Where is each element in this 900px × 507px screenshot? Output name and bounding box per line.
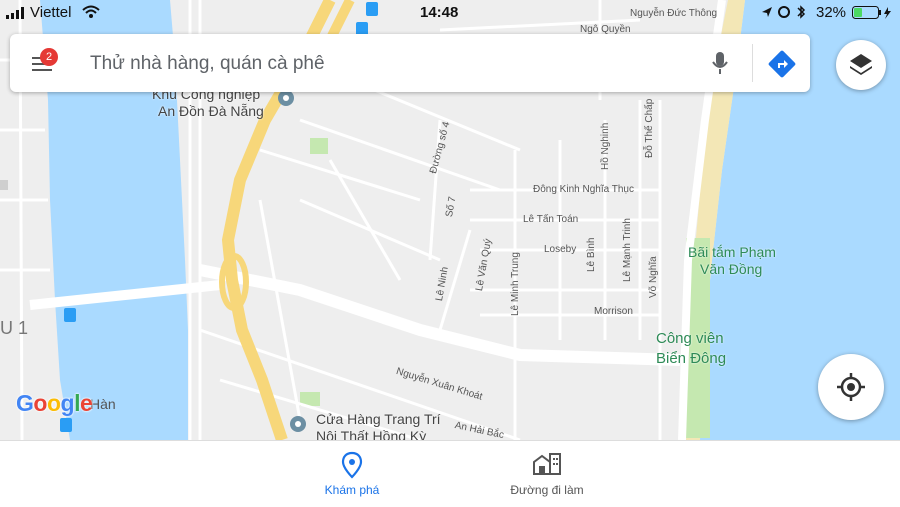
label-morrison: Morrison	[594, 306, 633, 317]
label-le-tan-toan: Lê Tấn Toán	[523, 214, 579, 225]
label-ho-nghinh: Hồ Nghinh	[600, 122, 611, 170]
label-do-the-chap: Đỗ Thế Chấp	[644, 98, 655, 158]
alarm-icon	[778, 6, 790, 18]
label-dong-kinh: Đông Kinh Nghĩa Thục	[533, 184, 634, 195]
carrier-name: Viettel	[30, 4, 72, 21]
bus-stop-icon-2[interactable]	[60, 418, 72, 432]
label-store-line2[interactable]: Nội Thất Hồng Kỳ	[316, 428, 426, 440]
location-pin-icon	[341, 451, 363, 479]
status-time: 14:48	[420, 4, 459, 21]
label-han: Hàn	[90, 396, 116, 412]
tab-explore[interactable]: Khám phá	[252, 441, 452, 507]
notification-badge: 2	[40, 48, 58, 66]
signal-icon	[6, 7, 24, 19]
tab-commute[interactable]: Đường đi làm	[447, 441, 647, 507]
commute-icon	[533, 453, 561, 475]
layers-icon	[850, 54, 872, 75]
location-arrow-icon	[762, 7, 772, 17]
status-bar: Viettel 14:48 32%	[0, 0, 900, 26]
crosshair-icon	[837, 373, 865, 401]
label-le-minh-trung: Lê Minh Trung	[510, 252, 521, 316]
search-input[interactable]	[88, 48, 692, 80]
battery-icon	[852, 6, 891, 19]
google-logo: Google	[16, 390, 93, 416]
battery-percent: 32%	[816, 4, 847, 21]
poi-pin-store[interactable]	[290, 416, 306, 432]
divider	[752, 44, 753, 82]
bus-stop-icon[interactable]	[64, 308, 76, 322]
label-le-manh-trinh: Lê Mạnh Trinh	[622, 218, 633, 282]
my-location-button[interactable]	[818, 354, 884, 420]
label-district: U 1	[0, 318, 29, 338]
label-beach[interactable]: Bãi tắm Phạm	[688, 244, 776, 260]
label-le-binh: Lê Bình	[586, 237, 597, 272]
label-park-line2[interactable]: Biển Đông	[656, 350, 726, 367]
bluetooth-icon	[797, 5, 806, 19]
wifi-icon	[82, 5, 100, 18]
layers-button[interactable]	[836, 40, 886, 90]
poi-pin-industrial[interactable]	[278, 90, 294, 106]
label-industrial-zone-line2[interactable]: An Đồn Đà Nẵng	[158, 103, 264, 119]
label-park[interactable]: Công viên	[656, 330, 724, 347]
tab-commute-label: Đường đi làm	[510, 483, 584, 497]
microphone-icon[interactable]	[710, 50, 730, 76]
status-icons	[762, 5, 806, 19]
park-area-small	[310, 138, 328, 154]
directions-icon[interactable]	[768, 50, 796, 78]
label-vo-nghia: Võ Nghĩa	[648, 256, 659, 298]
tab-explore-label: Khám phá	[324, 483, 380, 497]
search-bar[interactable]: 2	[10, 34, 810, 92]
label-store[interactable]: Cửa Hàng Trang Trí	[316, 411, 441, 427]
label-beach-line2[interactable]: Văn Đồng	[700, 261, 762, 277]
label-loseby: Loseby	[544, 244, 577, 255]
building-block	[0, 180, 8, 190]
bottom-navigation: Khám phá Đường đi làm	[0, 440, 900, 507]
